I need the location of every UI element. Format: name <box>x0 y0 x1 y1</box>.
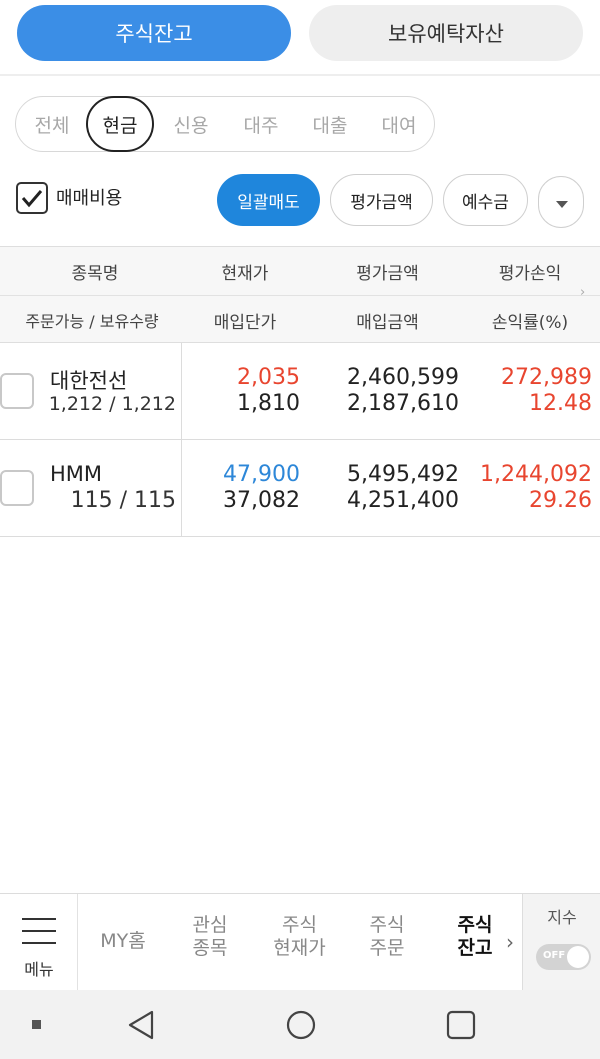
row-divider <box>181 440 182 536</box>
nav-watchlist-line1: 관심 <box>192 914 228 936</box>
filter-credit[interactable]: 신용 <box>160 97 222 151</box>
filter-segment: 전체 현금 신용 대주 대출 대여 <box>15 96 435 152</box>
eval-amount-button[interactable]: 평가금액 <box>330 174 433 226</box>
toggle-knob <box>567 946 589 968</box>
col-purchase-price: 매입단가 <box>213 313 277 333</box>
check-icon <box>21 190 43 208</box>
col-purchase-amount: 매입금액 <box>356 313 419 333</box>
fee-label[interactable]: 매매비용 <box>56 184 122 210</box>
tab-holding-assets[interactable]: 보유예탁자산 <box>309 5 583 61</box>
nav-watchlist-line2: 종목 <box>192 937 228 959</box>
nav-next-chevron-icon[interactable]: › <box>506 930 514 954</box>
table-row[interactable]: 대한전선 1,212 / 1,212 2,035 1,810 2,460,599… <box>0 343 600 440</box>
index-panel: 지수 OFF <box>522 894 600 991</box>
col-eval-pl: 평가손익 <box>498 264 562 284</box>
nav-my-home[interactable]: MY홈 <box>88 930 158 953</box>
purchase-price: 1,810 <box>237 391 300 416</box>
menu-button[interactable]: 메뉴 <box>0 894 78 991</box>
nav-price-line1: 주식 <box>282 914 317 936</box>
pl-rate: 12.48 <box>529 391 592 416</box>
hamburger-icon <box>22 918 56 920</box>
nav-watchlist[interactable]: 관심 종목 <box>175 914 245 960</box>
filter-all[interactable]: 전체 <box>22 97 82 151</box>
fee-checkbox[interactable] <box>16 182 48 214</box>
top-divider <box>0 74 600 76</box>
table-header: 종목명 현재가 평가금액 평가손익 주문가능 / 보유수량 매입단가 매입금액 … <box>0 246 600 343</box>
hamburger-icon-line <box>22 930 56 932</box>
table-row[interactable]: HMM 115 / 115 47,900 37,082 5,495,492 4,… <box>0 440 600 537</box>
col-qty: 주문가능 / 보유수량 <box>25 312 159 331</box>
eval-pl: 272,989 <box>501 365 592 390</box>
nav-balance-line1: 주식 <box>457 914 493 936</box>
nav-order-line1: 주식 <box>369 914 405 936</box>
eval-pl: 1,244,092 <box>480 462 592 487</box>
filter-lending[interactable]: 대여 <box>368 97 430 151</box>
square-dot-icon[interactable] <box>32 1020 41 1029</box>
purchase-price: 37,082 <box>223 488 300 513</box>
pl-rate: 29.26 <box>529 488 592 513</box>
tab-stock-balance[interactable]: 주식잔고 <box>17 5 291 61</box>
col-pl-rate: 손익률(%) <box>491 313 569 333</box>
nav-balance-line2: 잔고 <box>457 937 493 959</box>
stock-qty: 115 / 115 <box>70 488 176 513</box>
toggle-text: OFF <box>543 950 566 961</box>
home-icon[interactable] <box>284 1008 318 1042</box>
purchase-amount: 4,251,400 <box>347 488 459 513</box>
hamburger-icon-line <box>22 942 56 944</box>
purchase-amount: 2,187,610 <box>347 391 459 416</box>
eval-amount: 2,460,599 <box>347 365 459 390</box>
header-divider <box>0 295 600 296</box>
recent-apps-icon[interactable] <box>444 1008 478 1042</box>
stock-name: HMM <box>50 462 103 486</box>
menu-label: 메뉴 <box>24 960 54 979</box>
stock-qty: 1,212 / 1,212 <box>48 393 176 415</box>
system-nav-bar <box>0 990 600 1059</box>
triangle-down-icon <box>556 201 568 208</box>
col-stock-name: 종목명 <box>71 264 119 284</box>
stock-name: 대한전선 <box>50 369 128 393</box>
filter-stock-loan[interactable]: 대주 <box>230 97 292 151</box>
index-toggle[interactable]: OFF <box>536 944 591 970</box>
index-label: 지수 <box>547 908 577 927</box>
current-price: 47,900 <box>223 462 300 487</box>
row-checkbox[interactable] <box>0 470 34 506</box>
row-checkbox[interactable] <box>0 373 34 409</box>
nav-current-price[interactable]: 주식 현재가 <box>262 914 337 960</box>
more-options-button[interactable] <box>538 176 584 228</box>
col-eval-amount: 평가금액 <box>356 264 419 284</box>
nav-price-line2: 현재가 <box>273 937 326 959</box>
nav-balance[interactable]: 주식 잔고 <box>440 914 510 960</box>
back-icon[interactable] <box>125 1008 159 1042</box>
deposit-button[interactable]: 예수금 <box>443 174 528 226</box>
bulk-sell-button[interactable]: 일괄매도 <box>217 174 320 226</box>
eval-amount: 5,495,492 <box>347 462 459 487</box>
current-price: 2,035 <box>237 365 300 390</box>
scroll-right-icon[interactable]: › <box>580 285 585 300</box>
col-current-price: 현재가 <box>221 264 269 284</box>
nav-order[interactable]: 주식 주문 <box>352 914 422 960</box>
filter-loan[interactable]: 대출 <box>299 97 361 151</box>
nav-order-line2: 주문 <box>369 937 405 959</box>
filter-cash[interactable]: 현금 <box>86 96 154 152</box>
top-tabs: 주식잔고 보유예탁자산 <box>0 0 600 76</box>
row-divider <box>181 343 182 439</box>
